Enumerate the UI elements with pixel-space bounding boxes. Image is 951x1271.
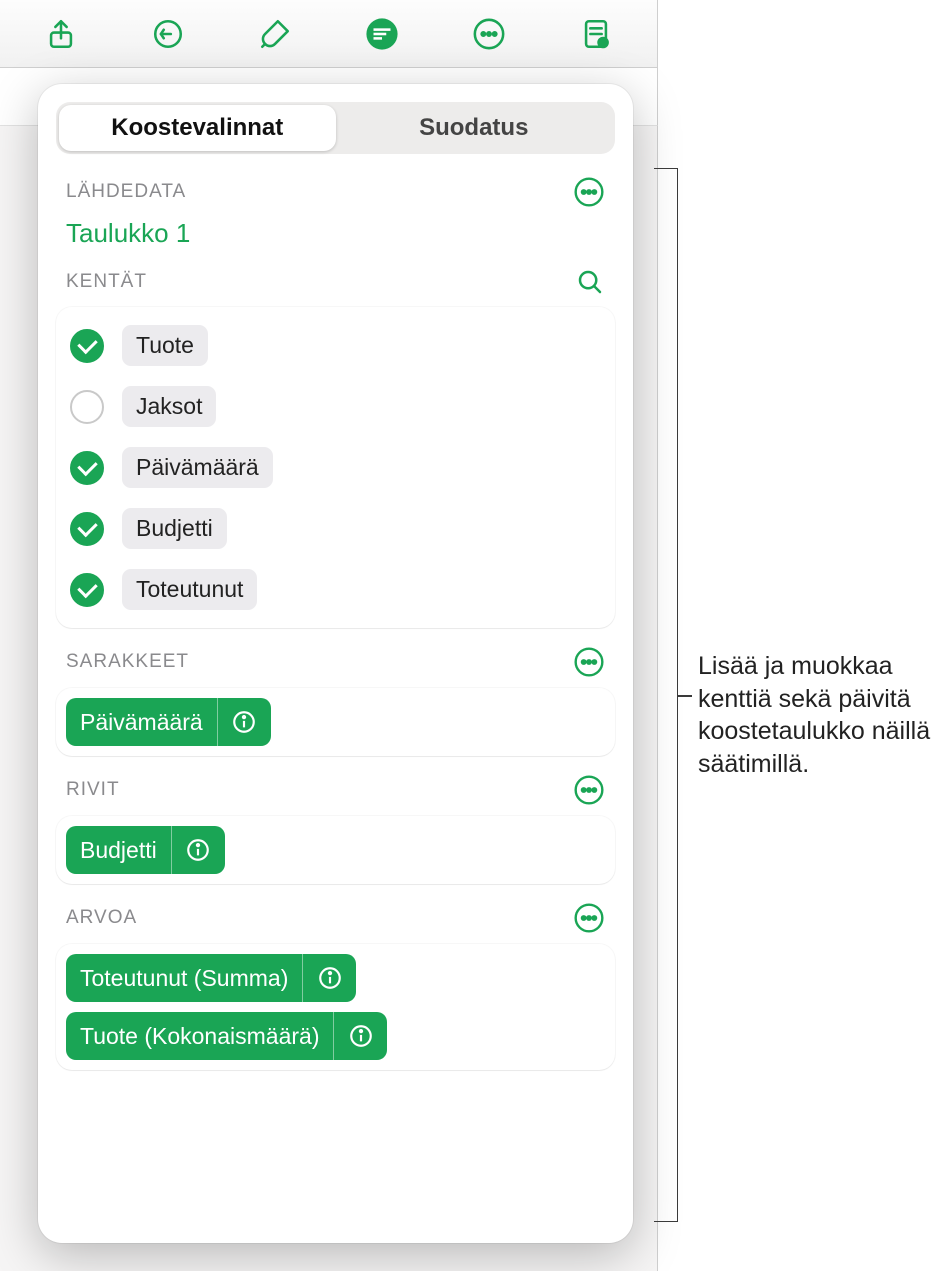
fields-search-icon[interactable] (575, 267, 605, 297)
segmented-control: Koostevalinnat Suodatus (56, 102, 615, 154)
chip-info-icon[interactable] (171, 826, 225, 874)
row-chip[interactable]: Budjetti (66, 826, 225, 874)
pivot-options-popover: Koostevalinnat Suodatus LÄHDEDATA Tauluk… (38, 84, 633, 1243)
chip-label: Päivämäärä (66, 698, 217, 746)
section-label-rows: RIVIT (66, 779, 120, 801)
chip-label: Budjetti (66, 826, 171, 874)
section-label-values: ARVOA (66, 907, 137, 929)
field-checkbox[interactable] (70, 573, 104, 607)
format-brush-icon[interactable] (251, 10, 299, 58)
section-label-source: LÄHDEDATA (66, 181, 186, 203)
tab-filter[interactable]: Suodatus (336, 105, 613, 151)
field-checkbox[interactable] (70, 451, 104, 485)
field-row[interactable]: Päivämäärä (56, 437, 615, 498)
section-label-columns: SARAKKEET (66, 651, 189, 673)
columns-slot[interactable]: Päivämäärä (56, 688, 615, 756)
values-more-icon[interactable] (573, 902, 605, 934)
field-chip[interactable]: Toteutunut (122, 569, 257, 610)
fields-list: Tuote Jaksot Päivämäärä Budjetti Toteutu… (56, 307, 615, 628)
tab-pivot-options[interactable]: Koostevalinnat (59, 105, 336, 151)
value-chip[interactable]: Tuote (Kokonaismäärä) (66, 1012, 387, 1060)
source-table-name[interactable]: Taulukko 1 (56, 218, 615, 249)
undo-icon[interactable] (144, 10, 192, 58)
field-chip[interactable]: Tuote (122, 325, 208, 366)
organize-icon[interactable] (358, 10, 406, 58)
field-chip[interactable]: Budjetti (122, 508, 227, 549)
field-row[interactable]: Jaksot (56, 376, 615, 437)
field-row[interactable]: Budjetti (56, 498, 615, 559)
field-checkbox[interactable] (70, 329, 104, 363)
more-icon[interactable] (465, 10, 513, 58)
field-row[interactable]: Tuote (56, 315, 615, 376)
field-row[interactable]: Toteutunut (56, 559, 615, 620)
chip-info-icon[interactable] (217, 698, 271, 746)
top-toolbar (0, 0, 658, 68)
rows-slot[interactable]: Budjetti (56, 816, 615, 884)
chip-info-icon[interactable] (302, 954, 356, 1002)
section-header-columns: SARAKKEET (56, 646, 615, 678)
field-chip[interactable]: Jaksot (122, 386, 216, 427)
section-header-values: ARVOA (56, 902, 615, 934)
columns-more-icon[interactable] (573, 646, 605, 678)
source-more-icon[interactable] (573, 176, 605, 208)
callout-stem (678, 695, 692, 697)
callout-bracket (654, 168, 678, 1222)
values-slot[interactable]: Toteutunut (Summa) Tuote (Kokonaismäärä) (56, 944, 615, 1070)
section-header-source: LÄHDEDATA (56, 176, 615, 208)
chip-label: Tuote (Kokonaismäärä) (66, 1012, 333, 1060)
column-chip[interactable]: Päivämäärä (66, 698, 271, 746)
section-header-rows: RIVIT (56, 774, 615, 806)
chip-info-icon[interactable] (333, 1012, 387, 1060)
rows-more-icon[interactable] (573, 774, 605, 806)
section-header-fields: KENTÄT (56, 267, 615, 297)
value-chip[interactable]: Toteutunut (Summa) (66, 954, 356, 1002)
callout-text: Lisää ja muokkaa kenttiä sekä päivitä ko… (698, 650, 938, 780)
share-icon[interactable] (37, 10, 85, 58)
section-label-fields: KENTÄT (66, 271, 147, 293)
chip-label: Toteutunut (Summa) (66, 954, 302, 1002)
field-checkbox[interactable] (70, 390, 104, 424)
document-settings-icon[interactable] (572, 10, 620, 58)
field-checkbox[interactable] (70, 512, 104, 546)
field-chip[interactable]: Päivämäärä (122, 447, 273, 488)
